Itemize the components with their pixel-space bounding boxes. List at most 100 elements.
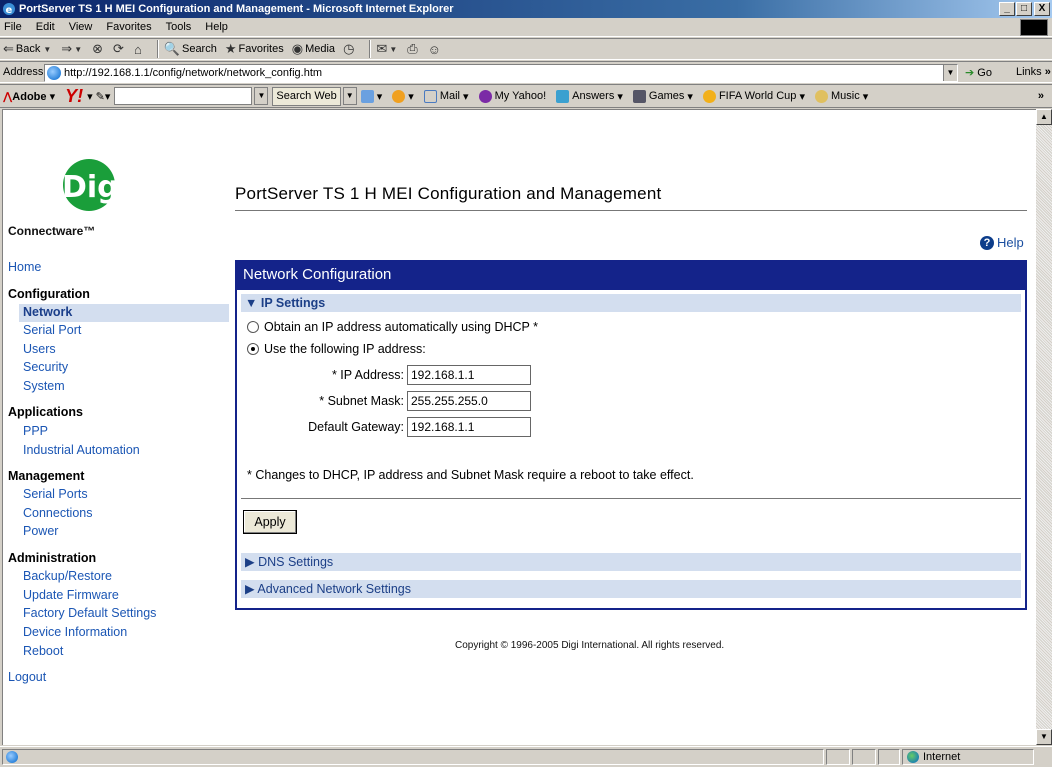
link-games[interactable]: Games ▾ [632,89,693,103]
media-button[interactable]: ◉ Media [292,41,335,57]
vertical-scrollbar[interactable]: ▲ ▼ [1036,109,1052,745]
status-cell [826,749,850,765]
ip-address-label: * IP Address: [331,368,404,382]
nav-item-device-information[interactable]: Device Information [23,625,127,639]
svg-text:e: e [6,5,13,16]
internet-globe-icon [907,751,919,763]
link-answers[interactable]: Answers ▾ [556,89,623,103]
dns-settings-header[interactable]: ▶ DNS Settings [241,553,1021,571]
nav-item-network[interactable]: Network [19,304,229,322]
chevron-down-icon: ▼ [43,44,52,54]
link-fifa[interactable]: FIFA World Cup ▾ [702,89,805,103]
messenger-button[interactable]: ☺ [428,42,443,57]
nav-item-industrial-automation[interactable]: Industrial Automation [23,443,140,457]
nav-item-backup-restore[interactable]: Backup/Restore [23,569,112,583]
nav-section-management: Management [8,469,85,483]
search-web-button[interactable]: Search Web [272,86,341,106]
network-config-panel: Network Configuration ▼ IP Settings Obta… [235,260,1027,610]
address-input[interactable]: http://192.168.1.1/config/network/networ… [44,64,958,82]
menu-view[interactable]: View [69,21,93,33]
menu-edit[interactable]: Edit [36,21,55,33]
nav-item-connections[interactable]: Connections [23,506,93,520]
nav-logout[interactable]: Logout [8,670,46,684]
minimize-button[interactable]: _ [999,2,1015,16]
search-web-dropdown[interactable]: ▼ [342,87,357,105]
history-button[interactable]: ◷ [343,41,356,57]
highlight-button[interactable]: ▾ [392,89,414,103]
subnet-mask-input[interactable]: 255.255.255.0 [407,391,531,411]
links-button[interactable]: Links » [1016,66,1051,78]
history-icon: ◷ [343,41,355,56]
nav-item-power[interactable]: Power [23,524,58,538]
menu-bar: File Edit View Favorites Tools Help [0,18,1052,37]
status-bar: Internet [0,746,1052,765]
popup-blocker-button[interactable]: ▾ [360,89,382,103]
search-dropdown-button[interactable]: ▼ [254,87,269,105]
stop-button[interactable]: ⊗ [92,41,105,57]
back-arrow-icon: ⇐ [3,41,14,56]
home-button[interactable]: ⌂ [134,42,144,57]
triangle-down-icon: ▼ [245,296,258,310]
toolbar-overflow-icon[interactable]: » [1038,90,1044,102]
default-gateway-input[interactable]: 192.168.1.1 [407,417,531,437]
nav-item-system[interactable]: System [23,379,65,393]
help-link[interactable]: ? Help [980,235,1024,250]
static-ip-option[interactable]: Use the following IP address: [247,342,426,356]
dhcp-option[interactable]: Obtain an IP address automatically using… [247,320,538,334]
toolbar-separator [156,40,159,58]
yahoo-toolbar: ⋀Adobe ▾ Y! ▾ ✎▾ ▼ Search Web ▼ ▾ ▾ Mail… [0,84,1052,108]
yahoo-search-input[interactable] [114,87,253,105]
address-dropdown-button[interactable]: ▼ [943,65,957,81]
chevron-right-icon: » [1044,66,1051,78]
menu-help[interactable]: Help [205,21,228,33]
copyright-text: Copyright © 1996-2005 Digi International… [455,640,725,651]
print-icon: ⎙ [407,41,418,56]
link-mail[interactable]: Mail ▾ [423,89,469,103]
nav-item-reboot[interactable]: Reboot [23,644,63,658]
adobe-button[interactable]: ⋀Adobe ▾ [3,90,55,103]
nav-item-factory-default[interactable]: Factory Default Settings [23,606,156,620]
print-button[interactable]: ⎙ [407,41,419,57]
pencil-icon[interactable]: ▾ ✎▾ [87,90,110,103]
go-button[interactable]: ➔ Go [965,66,992,79]
nav-item-users[interactable]: Users [23,342,56,356]
refresh-button[interactable]: ⟳ [113,41,126,57]
ip-address-input[interactable]: 192.168.1.1 [407,365,531,385]
menu-favorites[interactable]: Favorites [106,21,151,33]
search-button[interactable]: 🔍 Search [164,41,217,57]
nav-item-security[interactable]: Security [23,360,68,374]
scroll-up-button[interactable]: ▲ [1036,109,1052,125]
yahoo-logo-icon[interactable]: Y! [65,87,83,105]
maximize-button[interactable]: □ [1016,2,1032,16]
address-bar: Address http://192.168.1.1/config/networ… [0,61,1052,83]
home-icon: ⌂ [133,41,142,57]
help-icon: ? [980,235,994,250]
nav-home[interactable]: Home [8,260,41,274]
nav-item-ppp[interactable]: PPP [23,424,48,438]
link-my-yahoo[interactable]: My Yahoo! [478,89,546,103]
dhcp-radio[interactable] [247,321,259,333]
apply-button[interactable]: Apply [243,510,297,534]
menu-tools[interactable]: Tools [166,21,192,33]
page-viewport: Digi Connectware™ PortServer TS 1 H MEI … [2,109,1036,745]
nav-item-serial-ports[interactable]: Serial Ports [23,487,88,501]
ip-settings-header[interactable]: ▼ IP Settings [241,294,1021,312]
advanced-network-settings-header[interactable]: ▶ Advanced Network Settings [241,580,1021,598]
static-ip-radio[interactable] [247,343,259,355]
page-status-icon [6,751,18,763]
back-button[interactable]: ⇐ Back ▼ [3,41,53,57]
favorites-button[interactable]: ★ Favorites [225,41,284,57]
connectware-brand: Connectware™ [8,224,96,238]
nav-item-serial-port[interactable]: Serial Port [23,323,81,337]
music-icon [814,89,828,103]
nav-item-update-firmware[interactable]: Update Firmware [23,588,119,602]
close-button[interactable]: X [1034,2,1050,16]
mail-button[interactable]: ✉ ▼ [376,41,399,57]
scroll-down-button[interactable]: ▼ [1036,729,1052,745]
link-music[interactable]: Music ▾ [814,89,868,103]
forward-button[interactable]: ⇒ ▼ [61,41,84,57]
media-icon: ◉ [291,41,304,56]
forward-arrow-icon: ⇒ [61,41,73,56]
mail-icon: ✉ [376,41,388,56]
menu-file[interactable]: File [4,21,22,33]
